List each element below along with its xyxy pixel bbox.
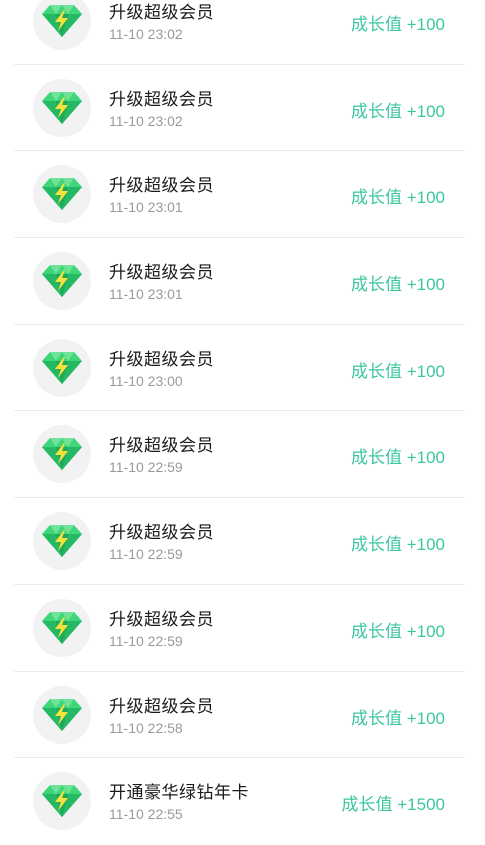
growth-value: 成长值 +100 — [350, 621, 445, 641]
record-title: 升级超级会员 — [109, 263, 214, 283]
record-title: 开通豪华绿钻年卡 — [109, 783, 249, 803]
list-item[interactable]: 升级超级会员 11-10 22:59 成长值 +100 — [0, 411, 485, 499]
avatar — [33, 252, 91, 311]
record-title: 升级超级会员 — [109, 89, 214, 109]
record-title: 升级超级会员 — [109, 3, 214, 22]
list-item[interactable]: 升级超级会员 11-10 23:01 成长值 +100 — [0, 238, 485, 325]
growth-value: 成长值 +100 — [350, 188, 445, 208]
record-title: 升级超级会员 — [109, 349, 214, 369]
list-item[interactable]: 升级超级会员 11-10 23:00 成长值 +100 — [0, 325, 485, 412]
green-diamond-lightning-icon — [40, 348, 84, 388]
record-title: 升级超级会员 — [109, 696, 214, 716]
record-time: 11-10 23:02 — [109, 112, 183, 129]
green-diamond-lightning-icon — [40, 174, 84, 214]
avatar — [33, 598, 91, 657]
green-diamond-lightning-icon — [40, 608, 84, 648]
list-item[interactable]: 升级超级会员 11-10 22:59 成长值 +100 — [0, 498, 485, 585]
growth-value: 成长值 +100 — [350, 361, 445, 381]
avatar — [33, 0, 91, 50]
green-diamond-lightning-icon — [40, 781, 84, 821]
green-diamond-lightning-icon — [40, 261, 84, 301]
record-time: 11-10 22:58 — [109, 719, 183, 736]
record-time: 11-10 22:55 — [109, 806, 183, 823]
growth-value: 成长值 +100 — [350, 708, 445, 728]
list-item[interactable]: 升级超级会员 11-10 23:01 成长值 +100 — [0, 151, 485, 239]
growth-value: 成长值 +100 — [350, 275, 445, 295]
record-time: 11-10 23:02 — [109, 26, 183, 42]
avatar — [33, 772, 91, 831]
record-time: 11-10 22:59 — [109, 546, 183, 563]
growth-value: 成长值 +100 — [350, 15, 445, 34]
record-title: 升级超级会员 — [109, 176, 214, 196]
avatar — [33, 78, 91, 137]
record-title: 升级超级会员 — [109, 523, 214, 543]
growth-value: 成长值 +100 — [350, 535, 445, 555]
avatar — [33, 512, 91, 571]
record-title: 升级超级会员 — [109, 436, 214, 456]
growth-value: 成长值 +100 — [350, 101, 445, 121]
green-diamond-lightning-icon — [40, 1, 84, 41]
avatar — [33, 338, 91, 397]
growth-value: 成长值 +1500 — [341, 795, 445, 815]
record-time: 11-10 23:00 — [109, 372, 183, 389]
avatar — [33, 165, 91, 224]
avatar — [33, 685, 91, 744]
list-item[interactable]: 升级超级会员 11-10 23:02 成长值 +100 — [0, 0, 485, 65]
list-item[interactable]: 开通豪华绿钻年卡 11-10 22:55 成长值 +1500 — [0, 758, 485, 845]
record-time: 11-10 22:59 — [109, 459, 183, 476]
list-item[interactable]: 升级超级会员 11-10 22:59 成长值 +100 — [0, 585, 485, 672]
green-diamond-lightning-icon — [40, 695, 84, 735]
record-time: 11-10 23:01 — [109, 199, 183, 216]
record-title: 升级超级会员 — [109, 609, 214, 629]
green-diamond-lightning-icon — [40, 88, 84, 128]
record-time: 11-10 22:59 — [109, 632, 183, 649]
avatar — [33, 425, 91, 484]
growth-record-list: 升级超级会员 11-10 23:02 成长值 +100 升级超级会员 11-10… — [0, 0, 485, 845]
record-time: 11-10 23:01 — [109, 286, 183, 303]
growth-value: 成长值 +100 — [350, 448, 445, 468]
list-item[interactable]: 升级超级会员 11-10 23:02 成长值 +100 — [0, 65, 485, 152]
list-item[interactable]: 升级超级会员 11-10 22:58 成长值 +100 — [0, 672, 485, 759]
green-diamond-lightning-icon — [40, 434, 84, 474]
green-diamond-lightning-icon — [40, 521, 84, 561]
